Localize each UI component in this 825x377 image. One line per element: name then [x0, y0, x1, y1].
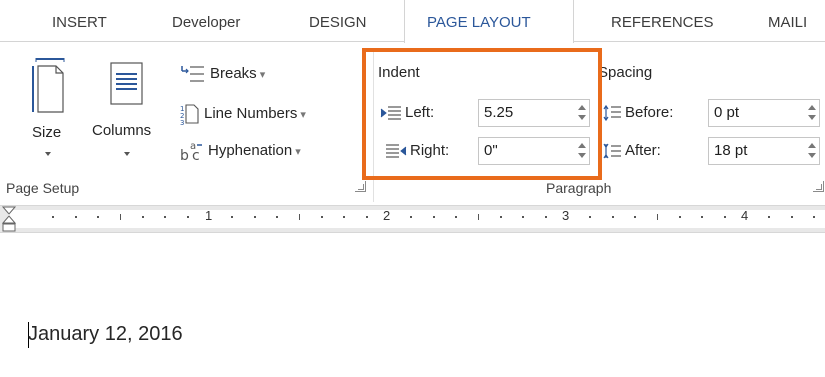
ruler-dot: [724, 216, 726, 218]
spacing-heading: Spacing: [598, 64, 653, 81]
indent-marker-icon[interactable]: [2, 206, 16, 232]
svg-text:b: b: [180, 148, 189, 162]
ruler-dot: [701, 216, 703, 218]
columns-dropdown-icon: [124, 152, 130, 156]
spacing-before-spinner[interactable]: [808, 103, 816, 123]
spacing-after-label-group: After:: [602, 142, 661, 160]
ruler-dot: [97, 216, 99, 218]
line-numbers-dropdown-icon: ▾: [300, 108, 306, 121]
page-size-icon: [32, 58, 65, 113]
ruler-dot: [768, 216, 770, 218]
page-setup-group-label: Page Setup: [6, 180, 80, 196]
line-numbers-label: Line Numbers: [204, 104, 298, 122]
ruler-half-tick: [120, 214, 121, 220]
ruler-number: 2: [383, 208, 391, 223]
spacing-after-spinner[interactable]: [808, 141, 816, 161]
ruler-dot: [231, 216, 233, 218]
ruler-dot: [52, 216, 54, 218]
ruler-dot: [612, 216, 614, 218]
ruler-dot: [589, 216, 591, 218]
ruler-dot: [791, 216, 793, 218]
ruler-dot: [142, 216, 144, 218]
spacing-before-label-group: Before:: [602, 104, 673, 122]
ruler-dot: [433, 216, 435, 218]
ruler-half-tick: [657, 214, 658, 220]
ruler-half-tick: [478, 214, 479, 220]
document-text[interactable]: January 12, 2016: [28, 323, 183, 346]
spacing-before-label: Before:: [625, 104, 674, 121]
hyphenation-button[interactable]: b c a Hyphenation ▾: [180, 140, 301, 162]
spacing-after-label: After:: [625, 142, 661, 159]
spacing-before-input[interactable]: 0 pt: [708, 99, 820, 127]
ruler-track: [8, 210, 825, 228]
columns-icon: [110, 62, 143, 105]
tab-developer[interactable]: Developer: [172, 14, 240, 31]
breaks-button[interactable]: Breaks ▾: [180, 64, 265, 84]
ruler-dot: [679, 216, 681, 218]
ruler-dot: [410, 216, 412, 218]
ruler-number: 3: [562, 208, 570, 223]
breaks-dropdown-icon: ▾: [259, 68, 266, 81]
horizontal-ruler[interactable]: 1 2 3 4: [0, 205, 825, 233]
page-setup-launcher-icon[interactable]: [355, 181, 366, 192]
hyphenation-label: Hyphenation: [208, 141, 293, 159]
tab-page-layout[interactable]: PAGE LAYOUT: [404, 0, 574, 43]
tab-design[interactable]: DESIGN: [309, 14, 367, 31]
breaks-icon: [181, 66, 204, 82]
ruler-dot: [500, 216, 502, 218]
tab-mailings[interactable]: MAILI: [768, 14, 807, 31]
spacing-before-icon: [603, 104, 621, 122]
ruler-dot: [813, 216, 815, 218]
paragraph-launcher-icon[interactable]: [813, 181, 824, 192]
ruler-number: 4: [741, 208, 749, 223]
ruler-dot: [545, 216, 547, 218]
ruler-dot: [164, 216, 166, 218]
tab-references[interactable]: REFERENCES: [611, 14, 714, 31]
columns-label: Columns: [92, 122, 152, 139]
spacing-before-value: 0 pt: [714, 104, 740, 121]
spacing-after-input[interactable]: 18 pt: [708, 137, 820, 165]
size-label: Size: [32, 124, 62, 141]
hyphenation-icon: b c a: [180, 141, 202, 162]
ruler-dot: [522, 216, 524, 218]
svg-text:a: a: [190, 141, 196, 152]
spacing-after-value: 18 pt: [714, 142, 748, 159]
ruler-half-tick: [299, 214, 300, 220]
line-numbers-icon: 1 2 3: [180, 104, 199, 125]
indent-highlight-box: [362, 48, 602, 180]
ribbon-tab-bar: INSERT Developer DESIGN PAGE LAYOUT REFE…: [0, 0, 825, 43]
line-numbers-button[interactable]: 1 2 3 Line Numbers ▾: [180, 103, 306, 125]
ruler-number: 1: [205, 208, 213, 223]
spacing-after-icon: [603, 143, 621, 159]
size-dropdown-icon: [45, 152, 51, 156]
ruler-dot: [321, 216, 323, 218]
svg-text:3: 3: [180, 119, 184, 125]
ruler-dot: [634, 216, 636, 218]
ruler-dot: [75, 216, 77, 218]
ruler-dot: [366, 216, 368, 218]
tab-insert[interactable]: INSERT: [52, 14, 107, 31]
ruler-dot: [276, 216, 278, 218]
ruler-dot: [254, 216, 256, 218]
paragraph-group-label: Paragraph: [546, 180, 612, 196]
breaks-label: Breaks: [210, 64, 257, 82]
document-page[interactable]: January 12, 2016: [0, 234, 825, 377]
ruler-dot: [455, 216, 457, 218]
hyphenation-dropdown-icon: ▾: [295, 145, 301, 158]
ruler-dot: [343, 216, 345, 218]
ruler-dot: [187, 216, 189, 218]
